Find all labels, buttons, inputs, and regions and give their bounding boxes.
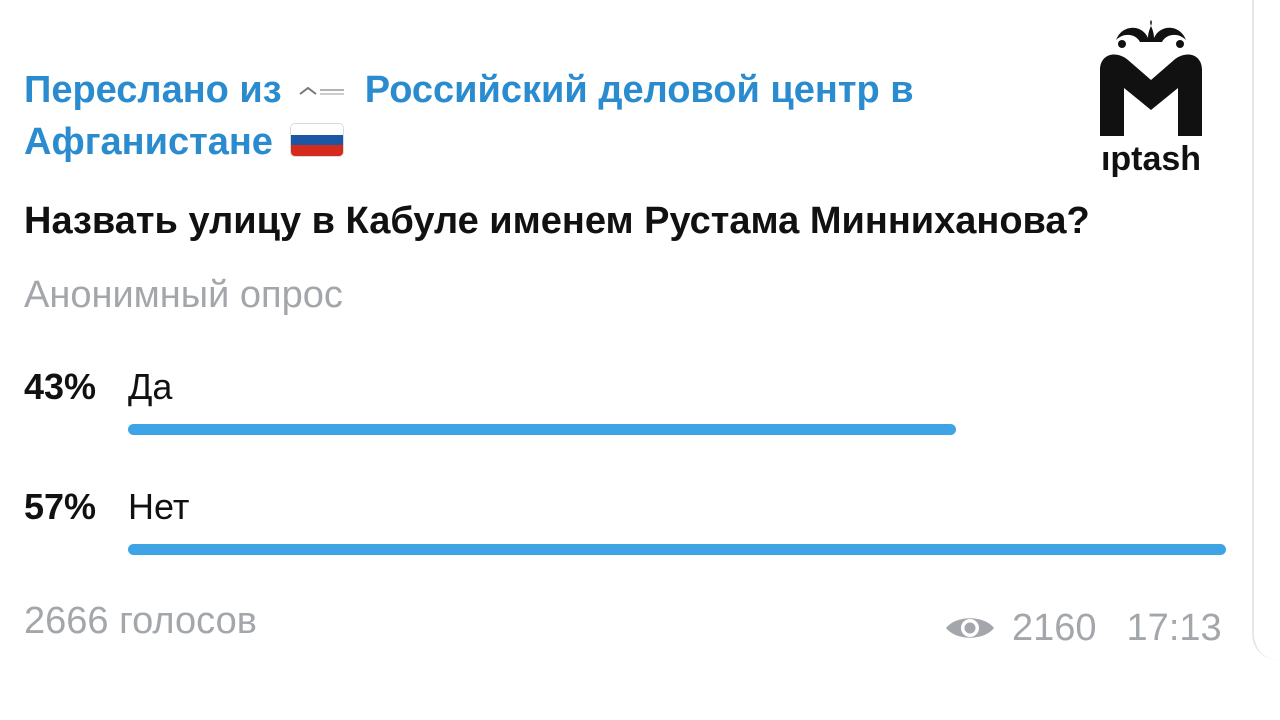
poll-vote-count[interactable]: 2666 голосов: [24, 600, 257, 643]
option-text: Нет: [128, 486, 190, 527]
iptash-logo: ıptash: [1086, 18, 1216, 188]
poll-question: Назвать улицу в Кабуле именем Рустама Ми…: [24, 200, 1090, 242]
telegram-poll-message: Переслано из Российский деловой центр в …: [0, 0, 1280, 720]
poll-option-yes[interactable]: 43% Да: [24, 366, 1234, 456]
poll-option-no[interactable]: 57% Нет: [24, 486, 1234, 576]
channel-avatar-icon: [299, 86, 345, 95]
russia-flag-icon: [289, 123, 344, 157]
option-result-bar: [128, 424, 956, 435]
views-count: 2160: [1012, 606, 1097, 649]
logo-emblem-icon: [1100, 20, 1202, 136]
option-result-bar: [128, 544, 1226, 555]
forwarded-prefix: Переслано из: [24, 69, 282, 111]
option-percent: 57%: [24, 486, 97, 527]
eye-icon: [946, 618, 994, 638]
option-text: Да: [128, 366, 173, 407]
logo-wordmark: ıptash: [1100, 140, 1202, 178]
message-meta: 2160 17:13: [944, 606, 1222, 650]
message-bubble-edge: [1252, 0, 1280, 660]
poll-type-label: Анонимный опрос: [24, 274, 343, 316]
option-percent: 43%: [24, 366, 97, 407]
message-time: 17:13: [1126, 606, 1222, 649]
forwarded-from-header[interactable]: Переслано из Российский деловой центр в …: [24, 64, 1054, 168]
